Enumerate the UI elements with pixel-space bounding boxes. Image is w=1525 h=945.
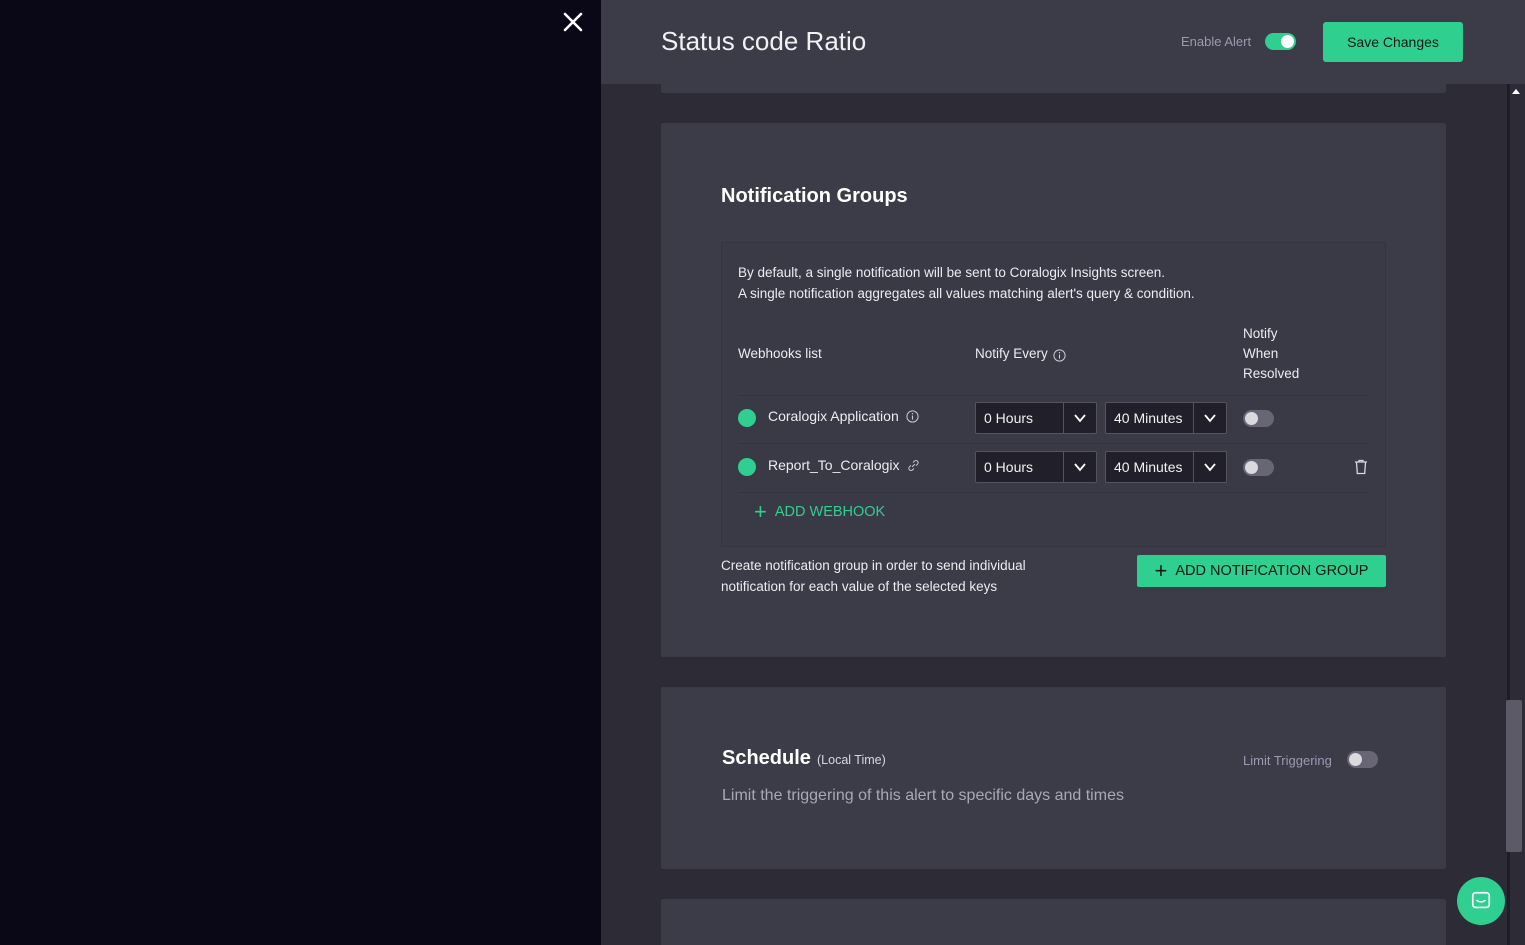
section-title: Notification Groups (721, 185, 908, 207)
column-header-line: When (1243, 346, 1279, 361)
section-title: Schedule (722, 747, 811, 769)
default-notification-group: By default, a single notification will b… (721, 242, 1386, 547)
schedule-card: Schedule (Local Time) Limit the triggeri… (661, 687, 1446, 869)
scroll-up-icon[interactable] (1512, 89, 1520, 94)
description-line: By default, a single notification will b… (738, 265, 1165, 280)
toggle-knob (1245, 461, 1258, 474)
select-value: 0 Hours (984, 410, 1034, 426)
limit-triggering-label: Limit Triggering (1243, 753, 1332, 768)
plus-icon: + (754, 499, 767, 524)
row-divider (738, 443, 1368, 444)
plus-icon: + (1154, 558, 1168, 583)
description-line: A single notification aggregates all val… (738, 286, 1195, 301)
select-divider (1193, 452, 1194, 482)
hours-select[interactable]: 0 Hours (975, 451, 1097, 483)
chevron-down-icon (1204, 463, 1216, 472)
webhook-status-dot (738, 458, 756, 476)
add-notification-group-button[interactable]: + ADD NOTIFICATION GROUP (1137, 555, 1386, 587)
toggle-knob (1349, 753, 1362, 766)
column-header-line: Resolved (1243, 366, 1300, 381)
webhook-status-dot (738, 409, 756, 427)
add-webhook-button[interactable]: + ADD WEBHOOK (754, 499, 886, 524)
page-title: Status code Ratio (661, 26, 867, 56)
row-divider (738, 492, 1368, 493)
limit-triggering-toggle[interactable] (1347, 751, 1378, 768)
select-value: 40 Minutes (1114, 410, 1183, 426)
save-changes-button[interactable]: Save Changes (1323, 22, 1463, 62)
info-icon[interactable] (906, 409, 919, 423)
webhook-label: Coralogix Application (768, 408, 899, 424)
schedule-description: Limit the triggering of this alert to sp… (722, 787, 1124, 804)
chevron-down-icon (1204, 414, 1216, 423)
webhook-label: Report_To_Coralogix (768, 457, 900, 473)
minutes-select[interactable]: 40 Minutes (1105, 402, 1227, 434)
enable-alert-label: Enable Alert (1181, 34, 1252, 49)
toggle-knob (1245, 412, 1258, 425)
add-group-label: ADD NOTIFICATION GROUP (1175, 563, 1369, 579)
link-icon[interactable] (907, 459, 920, 472)
row-divider (738, 395, 1368, 396)
column-header-notify-resolved: Notify When Resolved (1243, 324, 1299, 384)
webhook-name: Coralogix Application (768, 408, 919, 424)
select-divider (1193, 403, 1194, 433)
webhook-name: Report_To_Coralogix (768, 457, 920, 473)
notify-resolved-toggle[interactable] (1243, 459, 1274, 476)
alert-drawer: Status code Ratio Enable Alert Save Chan… (601, 0, 1525, 945)
group-description: By default, a single notification will b… (738, 262, 1195, 304)
notification-group-help: Create notification group in order to se… (721, 558, 1026, 594)
column-header-webhooks: Webhooks list (738, 346, 822, 361)
select-value: 40 Minutes (1114, 459, 1183, 475)
notify-resolved-toggle[interactable] (1243, 410, 1274, 427)
drawer-header: Status code Ratio Enable Alert Save Chan… (601, 0, 1525, 84)
next-section-card (661, 899, 1446, 945)
info-icon[interactable] (1053, 348, 1066, 362)
enable-alert-toggle[interactable] (1265, 33, 1296, 50)
select-value: 0 Hours (984, 459, 1034, 475)
scrollbar-thumb[interactable] (1506, 700, 1522, 852)
chat-icon (1471, 891, 1491, 909)
toggle-knob (1281, 35, 1294, 48)
column-header-line: Notify (1243, 326, 1278, 341)
minutes-select[interactable]: 40 Minutes (1105, 451, 1227, 483)
section-subtitle: (Local Time) (817, 753, 886, 767)
chevron-down-icon (1074, 463, 1086, 472)
hours-select[interactable]: 0 Hours (975, 402, 1097, 434)
select-divider (1063, 403, 1064, 433)
column-header-notify-every: Notify Every (975, 344, 1066, 364)
column-header-label: Notify Every (975, 346, 1048, 361)
notification-groups-card: Notification Groups By default, a single… (661, 123, 1446, 657)
chat-button[interactable] (1457, 877, 1505, 925)
trash-icon[interactable] (1354, 459, 1368, 475)
close-icon[interactable] (559, 8, 587, 36)
add-webhook-label: ADD WEBHOOK (774, 504, 886, 520)
select-divider (1063, 452, 1064, 482)
chevron-down-icon (1074, 414, 1086, 423)
